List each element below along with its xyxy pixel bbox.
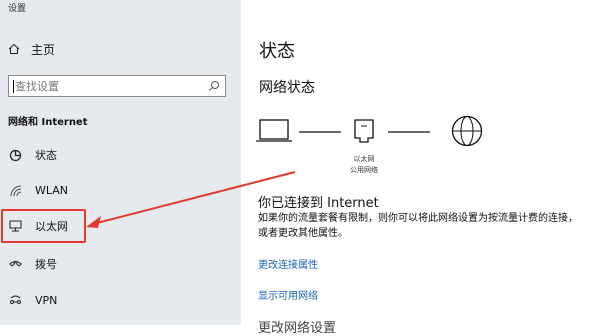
home-label: 主页	[31, 42, 56, 57]
sidebar-item-dialup[interactable]: 拨号	[0, 254, 241, 274]
network-type-label: 公用网络	[350, 165, 378, 174]
sidebar-item-label: VPN	[35, 293, 58, 307]
sidebar-item-vpn[interactable]: VPN	[0, 290, 241, 310]
adapter-name-label: 以太网	[354, 154, 375, 163]
connection-status-title: 你已连接到 Internet	[258, 196, 379, 211]
search-input[interactable]	[15, 79, 225, 93]
home-nav-item[interactable]: 主页	[8, 40, 55, 58]
sidebar-item-label: 状态	[35, 149, 57, 162]
vpn-icon	[8, 293, 22, 307]
annotation-highlight-box	[1, 209, 86, 243]
home-icon	[8, 43, 20, 54]
search-box[interactable]	[8, 75, 226, 97]
globe-icon	[8, 148, 22, 162]
search-icon[interactable]	[208, 80, 220, 92]
dialup-icon	[8, 257, 22, 271]
section-title: 网络和 Internet	[8, 117, 88, 128]
network-status-heading: 网络状态	[259, 80, 315, 96]
change-connection-properties-link[interactable]: 更改连接属性	[258, 256, 318, 271]
show-available-networks-link[interactable]: 显示可用网络	[258, 287, 318, 302]
change-network-settings-heading: 更改网络设置	[258, 321, 337, 336]
page-title: 状态	[259, 41, 295, 62]
window-title: 设置	[8, 4, 27, 14]
internet-globe-icon	[451, 115, 483, 147]
ethernet-port-icon	[354, 119, 374, 143]
text-caret	[13, 79, 14, 93]
connection-status-description: 如果你的流量套餐有限制，则你可以将此网络设置为按流量计费的连接，或者更改其他属性…	[258, 213, 578, 239]
sidebar: 设置 主页 网络和 Internet 状态	[0, 0, 241, 325]
sidebar-item-label: WLAN	[35, 183, 69, 197]
sidebar-item-label: 拨号	[35, 258, 57, 271]
sidebar-item-wlan[interactable]: WLAN	[0, 180, 241, 200]
sidebar-item-status[interactable]: 状态	[0, 145, 241, 165]
wifi-icon	[8, 183, 22, 197]
computer-icon	[256, 119, 292, 142]
network-diagram: 以太网 公用网络	[256, 115, 483, 174]
